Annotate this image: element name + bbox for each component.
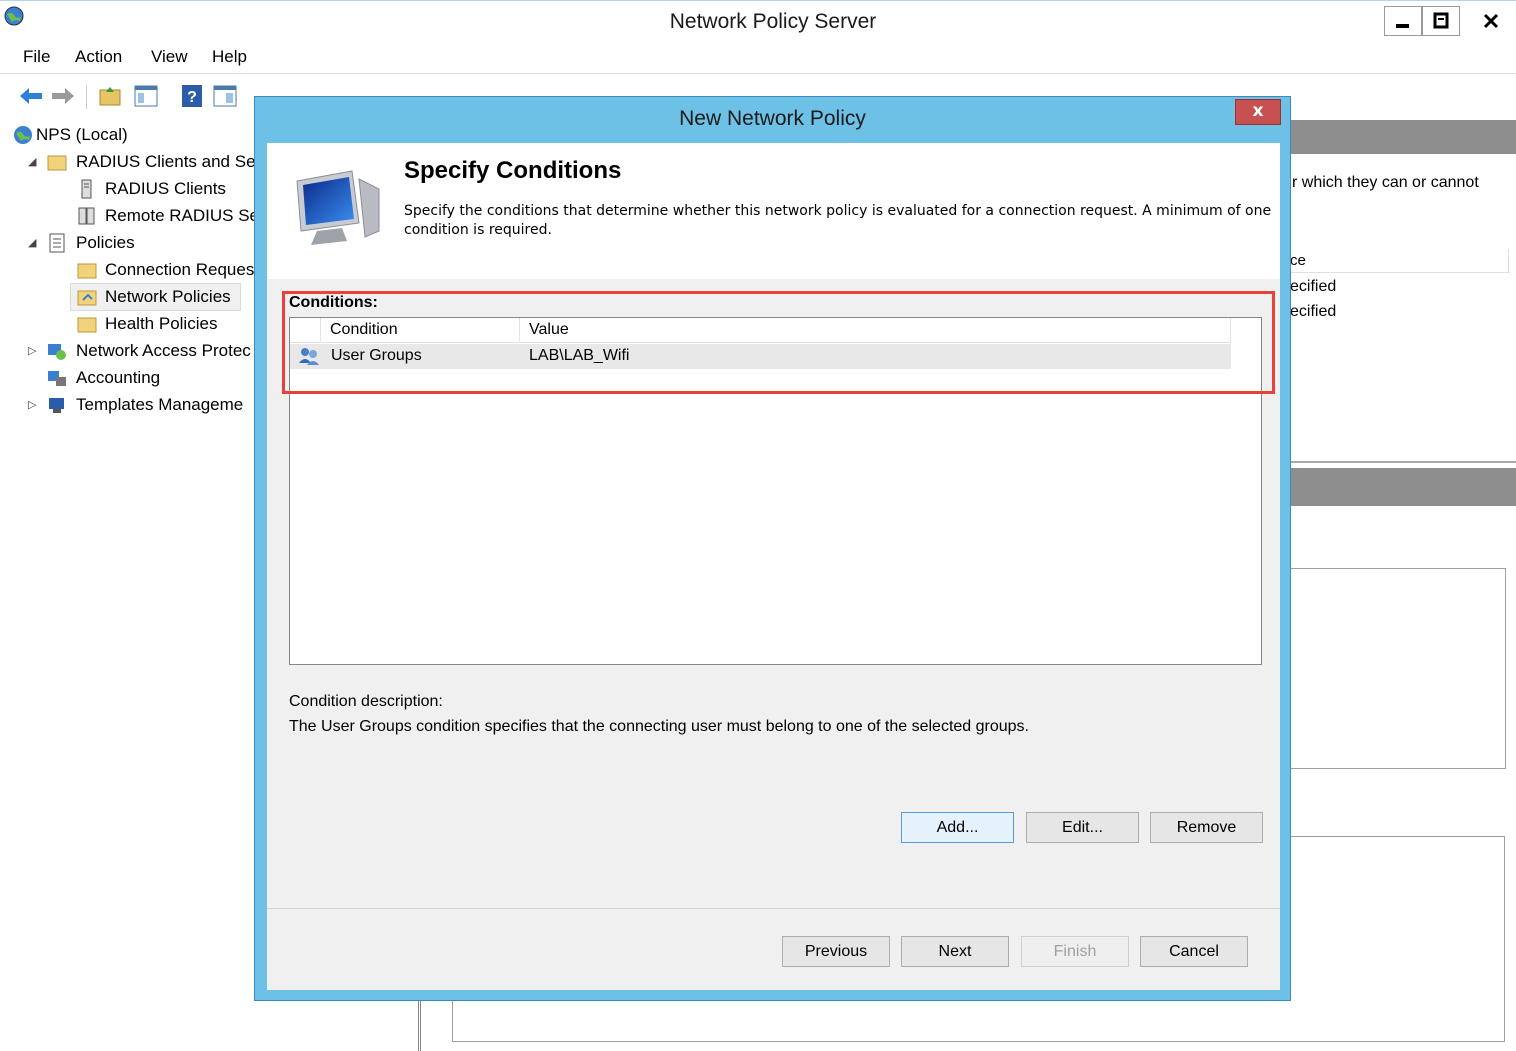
server-icon [81, 179, 92, 199]
pane-splitter[interactable] [418, 1000, 421, 1051]
tree-item-network-access-protection[interactable]: ▷ Network Access Protec [26, 338, 266, 364]
show-hide-tree-icon[interactable] [133, 83, 159, 109]
right-pane-detail-band [1290, 468, 1516, 506]
tree-label: Connection Reques [105, 260, 255, 279]
tree-label: Network Policies [105, 287, 231, 306]
tree-item-nps-local[interactable]: NPS (Local) [12, 122, 262, 148]
column-header-fragment: ce [1290, 252, 1306, 269]
close-icon [1483, 13, 1499, 29]
conditions-list[interactable]: Condition Value User Groups LAB\LAB_Wifi [289, 317, 1262, 665]
svg-text:?: ? [187, 89, 197, 106]
next-button[interactable]: Next [901, 936, 1009, 967]
expand-arrow-icon[interactable]: ◢ [28, 155, 36, 168]
column-condition[interactable]: Condition [330, 321, 398, 339]
up-folder-icon[interactable] [98, 83, 124, 109]
condition-cell: User Groups [331, 347, 422, 364]
right-pane-divider [1290, 461, 1516, 463]
tree-item-remote-radius-server-groups[interactable]: Remote RADIUS Se [76, 203, 259, 229]
tree-label: RADIUS Clients [105, 179, 226, 198]
menu-bar: File Action View Help [0, 42, 1516, 74]
tree-item-connection-request-policies[interactable]: Connection Reques [76, 257, 256, 283]
tree-label: Accounting [76, 368, 161, 387]
tree-label: Policies [76, 233, 135, 252]
nap-icon [48, 344, 66, 360]
conditions-label: Conditions: [289, 294, 378, 311]
back-arrow-icon[interactable] [18, 83, 44, 109]
menu-view[interactable]: View [151, 47, 188, 67]
value-cell: LAB\LAB_Wifi [529, 347, 630, 364]
folder-icon [47, 155, 67, 171]
tree-label: Templates Manageme [76, 395, 244, 414]
wizard-page-description: Specify the conditions that determine wh… [404, 203, 1272, 238]
menu-help[interactable]: Help [212, 47, 247, 67]
folder-icon [77, 263, 97, 279]
policy-row-fragment: ecified [1290, 278, 1337, 295]
finish-button[interactable]: Finish [1021, 936, 1129, 967]
minimize-button[interactable] [1384, 6, 1422, 36]
dialog-close-button[interactable]: x [1235, 99, 1281, 125]
right-pane-header-band [1290, 120, 1516, 154]
right-pane-column-header: ce [1290, 249, 1510, 273]
tree-item-radius-clients-and-servers[interactable]: ◢ RADIUS Clients and Ser [26, 149, 266, 175]
tree-label: RADIUS Clients and Ser [76, 152, 262, 171]
document-icon [49, 233, 65, 253]
help-icon[interactable]: ? [180, 83, 206, 109]
tree-label: NPS (Local) [36, 125, 128, 144]
folder-icon [77, 317, 97, 333]
tree-label: Health Policies [105, 314, 218, 333]
show-hide-action-pane-icon[interactable] [212, 83, 238, 109]
dialog-title: New Network Policy [679, 107, 866, 130]
policy-row-fragment: ecified [1290, 303, 1337, 320]
edit-condition-button[interactable]: Edit... [1026, 812, 1139, 843]
menu-action[interactable]: Action [75, 47, 122, 67]
dialog-client-area: Specify Conditions Specify the condition… [267, 143, 1280, 990]
tree-item-accounting[interactable]: Accounting [46, 365, 266, 391]
tree-item-templates-management[interactable]: ▷ Templates Manageme [26, 392, 266, 418]
conditions-list-header: Condition Value [290, 318, 1231, 343]
restore-icon [1433, 12, 1449, 29]
minimize-icon [1396, 24, 1409, 28]
wizard-header: Specify Conditions Specify the condition… [267, 143, 1280, 279]
collapsed-arrow-icon[interactable]: ▷ [28, 344, 36, 357]
table-row[interactable]: User Groups LAB\LAB_Wifi [290, 344, 1231, 369]
cancel-button[interactable]: Cancel [1140, 936, 1248, 967]
computer-monitor-icon [296, 170, 380, 245]
restore-button[interactable] [1422, 6, 1460, 36]
column-value[interactable]: Value [529, 321, 569, 339]
remove-condition-button[interactable]: Remove [1150, 812, 1263, 843]
new-network-policy-dialog: New Network Policy x Specify Conditions … [254, 96, 1291, 1001]
folder-policy-icon [77, 290, 97, 306]
console-tree: NPS (Local) ◢ RADIUS Clients and Ser RAD… [0, 118, 262, 1051]
forward-arrow-icon[interactable] [50, 83, 76, 109]
footer-divider [267, 908, 1280, 909]
condition-description-label: Condition description: [289, 693, 443, 710]
tree-label: Remote RADIUS Se [105, 206, 259, 225]
globe-icon [14, 126, 32, 144]
server-group-icon [78, 207, 95, 225]
tree-label: Network Access Protec [76, 341, 251, 360]
tree-item-policies[interactable]: ◢ Policies [26, 230, 266, 256]
expand-arrow-icon[interactable]: ◢ [28, 236, 36, 249]
main-titlebar: Network Policy Server [0, 0, 1516, 42]
tree-item-radius-clients[interactable]: RADIUS Clients [76, 176, 256, 202]
accounting-icon [48, 371, 66, 386]
close-window-button[interactable] [1466, 6, 1516, 36]
right-pane-detail-box [1270, 568, 1506, 769]
tree-item-network-policies[interactable]: Network Policies [70, 283, 241, 311]
window-title: Network Policy Server [669, 10, 877, 33]
condition-description-text: The User Groups condition specifies that… [289, 718, 1029, 735]
user-group-icon [299, 348, 319, 365]
menu-file[interactable]: File [23, 47, 50, 67]
collapsed-arrow-icon[interactable]: ▷ [28, 398, 36, 411]
previous-button[interactable]: Previous [782, 936, 890, 967]
add-condition-button[interactable]: Add... [901, 812, 1014, 843]
wizard-page-title: Specify Conditions [404, 157, 622, 184]
right-pane-description: r which they can or cannot [1292, 174, 1479, 191]
templates-icon [49, 398, 64, 413]
tree-item-health-policies[interactable]: Health Policies [76, 311, 256, 337]
